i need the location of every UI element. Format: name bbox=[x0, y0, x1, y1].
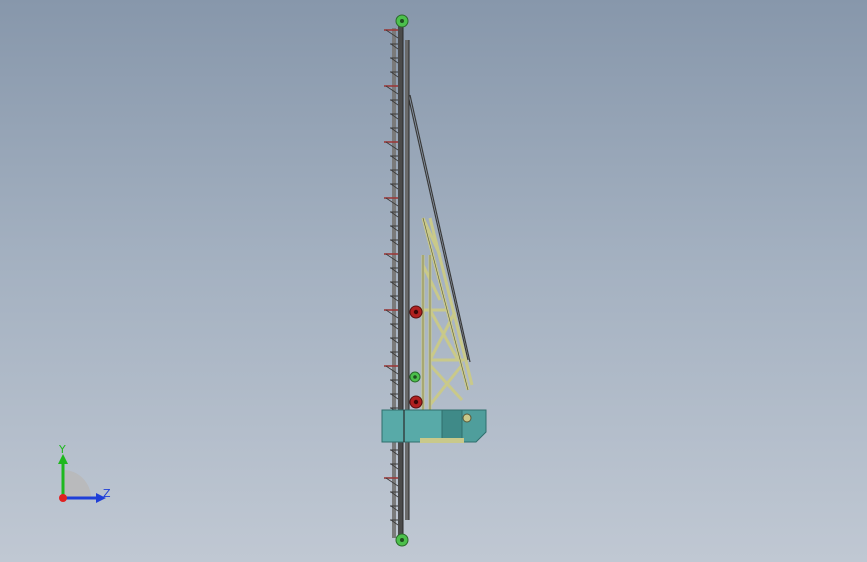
y-axis-label: Y bbox=[59, 443, 66, 456]
pulley-icon[interactable] bbox=[462, 413, 472, 423]
model-view[interactable] bbox=[0, 0, 867, 562]
cad-viewport[interactable]: Y Z bbox=[0, 0, 867, 562]
x-axis-dot bbox=[59, 494, 67, 502]
gear-icon[interactable] bbox=[409, 395, 423, 409]
pulley-bottom[interactable] bbox=[395, 533, 409, 547]
triad-arc bbox=[63, 470, 91, 498]
pulley-mid[interactable] bbox=[409, 371, 421, 383]
z-axis-label: Z bbox=[103, 487, 111, 500]
gear-icon[interactable] bbox=[409, 305, 423, 319]
hoist-cable bbox=[407, 94, 471, 363]
cab-base[interactable] bbox=[381, 409, 487, 443]
pulley-top[interactable] bbox=[395, 14, 409, 28]
